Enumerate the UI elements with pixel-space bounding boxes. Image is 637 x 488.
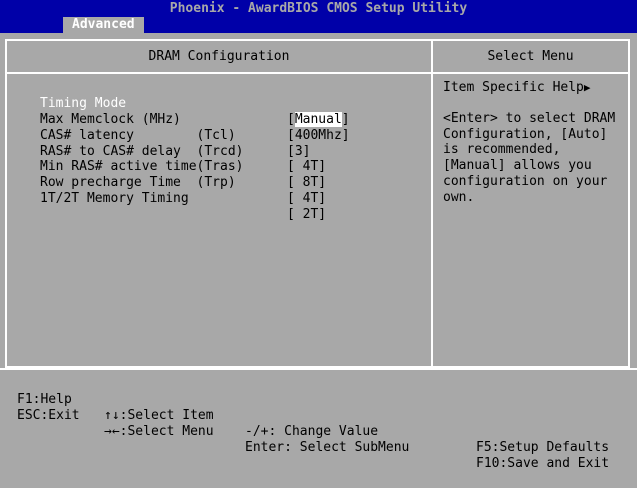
key-select-submenu[interactable]: Enter: Select SubMenu	[245, 440, 409, 456]
setting-value[interactable]: [ 4T]	[287, 191, 326, 207]
key-select-item[interactable]: ↑↓:Select Item	[104, 408, 214, 424]
setting-cas-latency[interactable]: CAS# latency (Tcl) [3]	[40, 112, 430, 159]
help-text: <Enter> to select DRAM Configuration, [A…	[443, 111, 624, 205]
help-title-text: Item Specific Help	[443, 80, 584, 95]
setting-label: 1T/2T Memory Timing	[40, 191, 189, 207]
tab-advanced[interactable]: Advanced	[63, 17, 144, 33]
help-panel: Item Specific Help▶ <Enter> to select DR…	[443, 80, 629, 205]
left-panel-title: DRAM Configuration	[148, 49, 290, 64]
right-panel-title: Select Menu	[487, 49, 574, 64]
key-f10-save-exit[interactable]: F10:Save and Exit	[476, 456, 609, 472]
key-change-value[interactable]: -/+: Change Value	[245, 424, 378, 440]
setting-min-ras-active-time[interactable]: Min RAS# active time(Tras) [ 8T]	[40, 144, 430, 190]
setting-max-memclock[interactable]: Max Memclock (MHz) [400Mhz]	[40, 96, 430, 143]
help-title: Item Specific Help▶	[443, 80, 629, 96]
setting-value[interactable]: [ 2T]	[287, 207, 326, 223]
header-divider	[5, 72, 630, 74]
menu-bar: Advanced	[0, 17, 637, 33]
setting-ras-to-cas-delay[interactable]: RAS# to CAS# delay (Trcd) [ 4T]	[40, 128, 430, 175]
setting-row-precharge-time[interactable]: Row precharge Time (Trp) [ 4T]	[40, 159, 430, 206]
key-legend: F1:Help ↑↓:Select Item -/+: Change Value…	[0, 368, 637, 471]
setting-timing-mode[interactable]: Timing Mode [Manual]	[40, 80, 430, 127]
setting-memory-timing[interactable]: 1T/2T Memory Timing [ 2T]	[40, 175, 430, 222]
settings-list: Timing Mode [Manual] Max Memclock (MHz) …	[40, 80, 430, 222]
key-esc-exit[interactable]: ESC:Exit	[17, 408, 80, 424]
key-f5-setup-defaults[interactable]: F5:Setup Defaults	[476, 440, 609, 456]
key-select-menu[interactable]: →←:Select Menu	[104, 424, 214, 440]
right-triangle-icon: ▶	[583, 81, 591, 94]
panel-divider	[431, 39, 433, 368]
window-title: Phoenix - AwardBIOS CMOS Setup Utility	[0, 0, 637, 17]
